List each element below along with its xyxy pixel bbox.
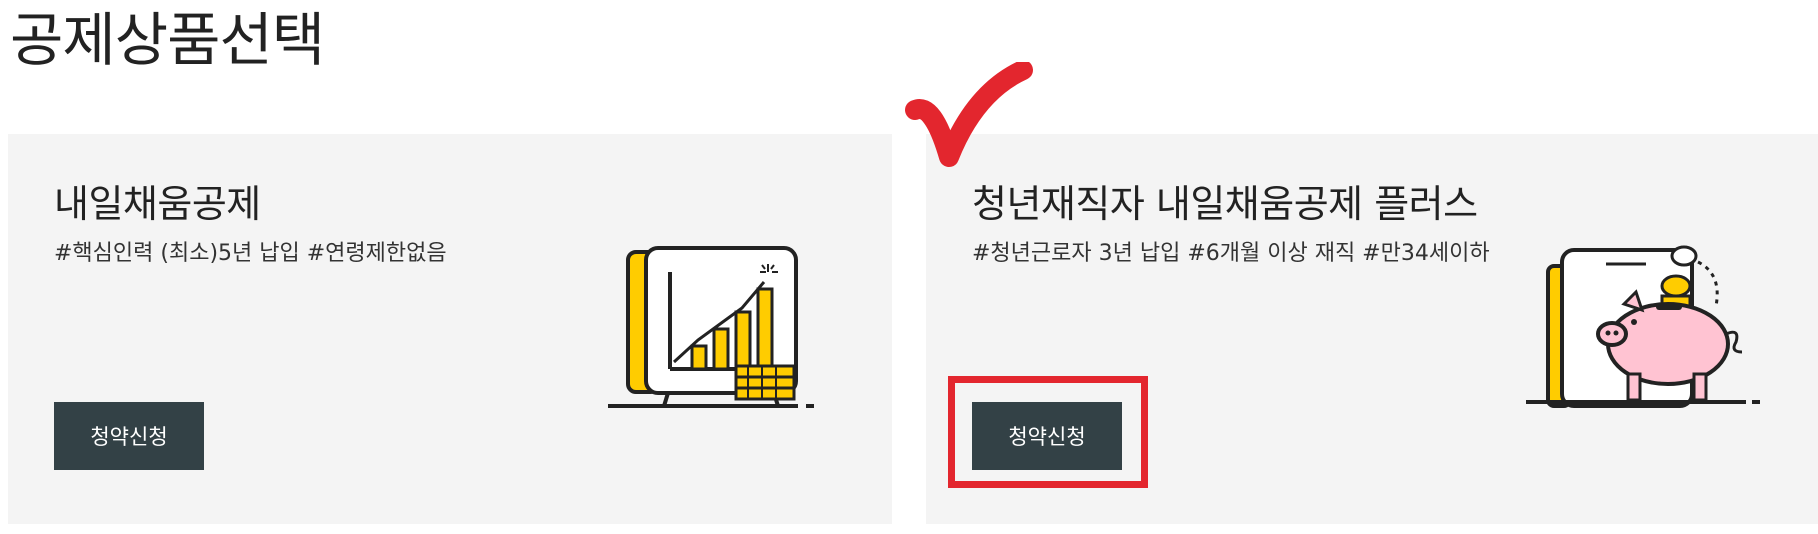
card-tags: #핵심인력 (최소)5년 납입 #연령제한없음 — [54, 241, 447, 266]
growth-chart-icon — [608, 246, 814, 408]
piggy-bank-icon — [1526, 245, 1760, 408]
page-title: 공제상품선택 — [10, 6, 325, 74]
product-card-youth-plus: 청년재직자 내일채움공제 플러스 #청년근로자 3년 납입 #6개월 이상 재직… — [926, 134, 1818, 524]
product-card-naeil: 내일채움공제 #핵심인력 (최소)5년 납입 #연령제한없음 청약신청 — [8, 134, 892, 524]
checkmark-icon — [905, 62, 1033, 167]
apply-button[interactable]: 청약신청 — [972, 402, 1122, 470]
apply-button[interactable]: 청약신청 — [54, 402, 204, 470]
card-tags: #청년근로자 3년 납입 #6개월 이상 재직 #만34세이하 — [972, 241, 1490, 266]
card-title: 청년재직자 내일채움공제 플러스 — [972, 182, 1478, 226]
card-title: 내일채움공제 — [54, 182, 261, 226]
